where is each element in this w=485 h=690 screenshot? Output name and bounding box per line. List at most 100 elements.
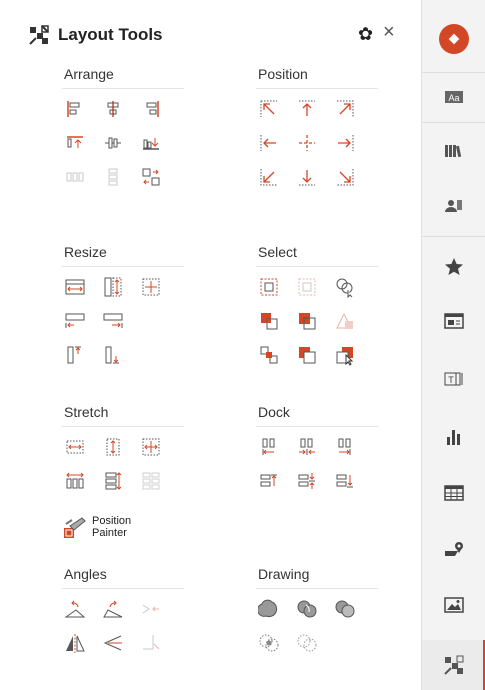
select-similar-button[interactable] [332, 275, 358, 299]
stretch-horizontal-button[interactable] [62, 435, 88, 459]
rail-item-favorites[interactable] [422, 242, 485, 292]
align-right-button[interactable] [138, 97, 164, 121]
merge-shapes-union-button[interactable] [256, 597, 282, 621]
position-center-button[interactable] [294, 131, 320, 155]
resize-height-taller-button[interactable] [62, 343, 88, 367]
resize-height-button[interactable] [100, 275, 126, 299]
select-same-type-button[interactable] [332, 309, 358, 333]
section-dock: Dock [256, 404, 406, 493]
distribute-horizontal-icon [66, 172, 84, 182]
merge-shapes-intersect-button[interactable] [256, 631, 282, 655]
rotate-right-button[interactable] [100, 597, 126, 621]
select-same-size-icon [299, 313, 316, 330]
svg-text:T: T [448, 375, 454, 385]
position-top-button[interactable] [294, 97, 320, 121]
position-painter-button[interactable]: Position Painter [62, 512, 172, 542]
angle-reset-icon [143, 635, 160, 650]
swap-icon [142, 168, 160, 186]
section-title-select: Select [258, 244, 297, 260]
dock-top-button[interactable] [256, 469, 282, 493]
addin-icon [439, 24, 469, 54]
rail-item-addin[interactable] [422, 14, 485, 64]
resize-width-button[interactable] [62, 275, 88, 299]
stretch-vertical-button[interactable] [100, 435, 126, 459]
merge-shapes-fragment-button[interactable] [332, 597, 358, 621]
merge-shapes-subtract-button[interactable] [294, 631, 320, 655]
svg-text:Aa: Aa [448, 93, 459, 103]
select-cursor-button[interactable] [332, 343, 358, 367]
position-bottom-right-button[interactable] [332, 165, 358, 189]
flip-horizontal-button[interactable] [62, 631, 88, 655]
position-bottom-button[interactable] [294, 165, 320, 189]
resize-width-smaller-button[interactable] [62, 309, 88, 333]
angle-reset-button[interactable] [138, 631, 164, 655]
align-center-button[interactable] [100, 97, 126, 121]
angle-snap-icon [142, 604, 159, 614]
arrow-top-left-icon [260, 100, 277, 117]
select-touching-button[interactable] [294, 275, 320, 299]
position-painter-label-line1: Position [92, 515, 132, 527]
merge-shapes-combine-button[interactable] [294, 597, 320, 621]
center-cross-icon [299, 135, 315, 151]
gear-icon[interactable]: ✿ [358, 24, 373, 44]
arrow-up-icon [299, 100, 315, 116]
section-stretch: Stretch [62, 404, 212, 493]
dock-center-button[interactable] [294, 435, 320, 459]
rail-item-map[interactable] [422, 524, 485, 574]
position-top-right-button[interactable] [332, 97, 358, 121]
position-left-button[interactable] [256, 131, 282, 155]
rail-item-image[interactable] [422, 580, 485, 630]
position-bottom-left-button[interactable] [256, 165, 282, 189]
stretch-rows-icon [105, 472, 122, 490]
align-middle-icon [105, 137, 121, 149]
flip-vertical-button[interactable] [100, 631, 126, 655]
distribute-horizontal-button[interactable] [62, 165, 88, 189]
rail-item-people[interactable] [422, 180, 485, 230]
table-icon [444, 485, 464, 501]
union-icon [258, 599, 278, 618]
position-top-left-button[interactable] [256, 97, 282, 121]
select-grow-button[interactable] [256, 343, 282, 367]
rail-item-library[interactable] [422, 126, 485, 176]
close-icon[interactable]: × [383, 22, 395, 42]
align-middle-button[interactable] [100, 131, 126, 155]
select-touching-icon [298, 278, 316, 296]
stretch-both-icon [142, 438, 160, 456]
resize-width-larger-button[interactable] [100, 309, 126, 333]
resize-height-shorter-button[interactable] [100, 343, 126, 367]
rotate-left-button[interactable] [62, 597, 88, 621]
layout-tools-icon [444, 655, 464, 675]
rail-item-text-box[interactable]: T [422, 354, 485, 404]
select-behind-button[interactable] [294, 343, 320, 367]
text-box-icon: T [444, 372, 463, 386]
dock-middle-icon [298, 473, 315, 489]
swap-button[interactable] [138, 165, 164, 189]
resize-both-button[interactable] [138, 275, 164, 299]
select-within-button[interactable] [256, 275, 282, 299]
stretch-rows-button[interactable] [100, 469, 126, 493]
rail-item-card[interactable] [422, 296, 485, 346]
align-left-button[interactable] [62, 97, 88, 121]
distribute-vertical-button[interactable] [100, 165, 126, 189]
angle-snap-button[interactable] [138, 597, 164, 621]
rail-item-layout-tools[interactable] [422, 640, 485, 690]
stretch-columns-button[interactable] [62, 469, 88, 493]
section-arrange: Arrange [62, 66, 212, 189]
select-same-fill-button[interactable] [256, 309, 282, 333]
rail-item-table[interactable] [422, 468, 485, 518]
arrow-left-icon [260, 135, 276, 151]
resize-height-icon [104, 277, 122, 297]
dock-bottom-button[interactable] [332, 469, 358, 493]
section-resize: Resize [62, 244, 212, 367]
align-bottom-button[interactable] [138, 131, 164, 155]
dock-right-button[interactable] [332, 435, 358, 459]
rail-item-text-styles[interactable]: Aa [422, 72, 485, 122]
dock-left-button[interactable] [256, 435, 282, 459]
select-same-size-button[interactable] [294, 309, 320, 333]
stretch-both-button[interactable] [138, 435, 164, 459]
dock-middle-button[interactable] [294, 469, 320, 493]
position-right-button[interactable] [332, 131, 358, 155]
rail-item-chart[interactable] [422, 412, 485, 462]
stretch-grid-button[interactable] [138, 469, 164, 493]
align-top-button[interactable] [62, 131, 88, 155]
